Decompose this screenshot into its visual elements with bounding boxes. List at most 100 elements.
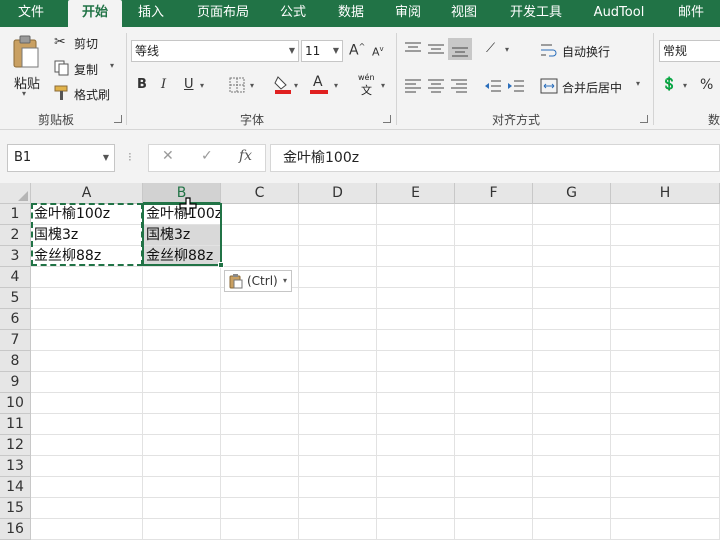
- cell-a13[interactable]: [31, 456, 143, 477]
- cell-c16[interactable]: [221, 519, 299, 540]
- cell-d16[interactable]: [299, 519, 377, 540]
- cell-h13[interactable]: [611, 456, 720, 477]
- alignment-launcher-icon[interactable]: [640, 115, 648, 123]
- align-left-icon[interactable]: [404, 78, 422, 94]
- fill-color-icon[interactable]: [274, 74, 292, 94]
- align-bottom-button[interactable]: [448, 38, 472, 60]
- cell-b16[interactable]: [143, 519, 221, 540]
- cell-d14[interactable]: [299, 477, 377, 498]
- cell-h15[interactable]: [611, 498, 720, 519]
- cell-c6[interactable]: [221, 309, 299, 330]
- cell-h2[interactable]: [611, 225, 720, 246]
- row-header-7[interactable]: 7: [0, 330, 31, 351]
- enter-icon[interactable]: ✓: [201, 148, 213, 164]
- cell-b8[interactable]: [143, 351, 221, 372]
- paste-button[interactable]: 粘贴 ▾: [6, 33, 46, 103]
- cell-b15[interactable]: [143, 498, 221, 519]
- column-header-d[interactable]: D: [299, 183, 377, 204]
- cell-h5[interactable]: [611, 288, 720, 309]
- shrink-font-button[interactable]: Av: [372, 45, 384, 59]
- cell-c15[interactable]: [221, 498, 299, 519]
- cut-button[interactable]: ✂ 剪切: [54, 33, 114, 53]
- copy-button[interactable]: 复制 ▾: [54, 58, 120, 78]
- font-size-select[interactable]: 11 ▼: [301, 40, 343, 62]
- orientation-icon[interactable]: ⟋: [486, 41, 495, 56]
- cell-b13[interactable]: [143, 456, 221, 477]
- cell-f8[interactable]: [455, 351, 533, 372]
- column-header-g[interactable]: G: [533, 183, 611, 204]
- cell-f2[interactable]: [455, 225, 533, 246]
- cell-b10[interactable]: [143, 393, 221, 414]
- cell-d1[interactable]: [299, 204, 377, 225]
- column-header-h[interactable]: H: [611, 183, 720, 204]
- cell-d2[interactable]: [299, 225, 377, 246]
- row-header-5[interactable]: 5: [0, 288, 31, 309]
- italic-button[interactable]: I: [161, 77, 166, 92]
- row-header-12[interactable]: 12: [0, 435, 31, 456]
- cell-e3[interactable]: [377, 246, 455, 267]
- cell-d4[interactable]: [299, 267, 377, 288]
- cell-a6[interactable]: [31, 309, 143, 330]
- cell-a16[interactable]: [31, 519, 143, 540]
- wrap-text-button[interactable]: 自动换行: [540, 40, 620, 60]
- cell-a14[interactable]: [31, 477, 143, 498]
- cell-g2[interactable]: [533, 225, 611, 246]
- formula-input[interactable]: 金叶榆100z: [270, 144, 720, 172]
- font-color-dropdown-icon[interactable]: ▾: [334, 81, 338, 90]
- cell-e8[interactable]: [377, 351, 455, 372]
- increase-indent-icon[interactable]: [507, 78, 525, 94]
- cell-f3[interactable]: [455, 246, 533, 267]
- merge-center-button[interactable]: 合并后居中 ▾: [540, 76, 644, 96]
- cell-a7[interactable]: [31, 330, 143, 351]
- underline-dropdown-icon[interactable]: ▾: [200, 81, 204, 90]
- cell-e13[interactable]: [377, 456, 455, 477]
- row-header-3[interactable]: 3: [0, 246, 31, 267]
- cell-c8[interactable]: [221, 351, 299, 372]
- cell-g12[interactable]: [533, 435, 611, 456]
- row-header-13[interactable]: 13: [0, 456, 31, 477]
- font-color-button[interactable]: A: [310, 74, 330, 96]
- cell-f14[interactable]: [455, 477, 533, 498]
- cell-e4[interactable]: [377, 267, 455, 288]
- number-format-select[interactable]: 常规: [659, 40, 720, 62]
- cell-d3[interactable]: [299, 246, 377, 267]
- tab-developer[interactable]: 开发工具: [501, 0, 571, 27]
- cell-g1[interactable]: [533, 204, 611, 225]
- cell-c11[interactable]: [221, 414, 299, 435]
- cell-d10[interactable]: [299, 393, 377, 414]
- row-header-2[interactable]: 2: [0, 225, 31, 246]
- align-top-icon[interactable]: [404, 41, 422, 57]
- tab-mail[interactable]: 邮件: [670, 0, 712, 27]
- cell-g8[interactable]: [533, 351, 611, 372]
- cell-c10[interactable]: [221, 393, 299, 414]
- cell-h8[interactable]: [611, 351, 720, 372]
- cell-f11[interactable]: [455, 414, 533, 435]
- cell-a15[interactable]: [31, 498, 143, 519]
- phonetic-button[interactable]: wén 文: [357, 73, 379, 97]
- cell-a9[interactable]: [31, 372, 143, 393]
- clipboard-launcher-icon[interactable]: [114, 115, 122, 123]
- tab-view[interactable]: 视图: [443, 0, 485, 27]
- cell-g10[interactable]: [533, 393, 611, 414]
- cell-e5[interactable]: [377, 288, 455, 309]
- row-header-1[interactable]: 1: [0, 204, 31, 225]
- row-header-10[interactable]: 10: [0, 393, 31, 414]
- cell-e15[interactable]: [377, 498, 455, 519]
- row-header-15[interactable]: 15: [0, 498, 31, 519]
- cell-g9[interactable]: [533, 372, 611, 393]
- cell-e2[interactable]: [377, 225, 455, 246]
- cell-c9[interactable]: [221, 372, 299, 393]
- cell-g15[interactable]: [533, 498, 611, 519]
- cell-e16[interactable]: [377, 519, 455, 540]
- cell-g3[interactable]: [533, 246, 611, 267]
- name-box[interactable]: B1 ▼: [7, 144, 115, 172]
- percent-button[interactable]: %: [700, 77, 713, 93]
- cell-a12[interactable]: [31, 435, 143, 456]
- font-launcher-icon[interactable]: [383, 115, 391, 123]
- cell-e11[interactable]: [377, 414, 455, 435]
- currency-icon[interactable]: 💲: [661, 77, 677, 92]
- borders-dropdown-icon[interactable]: ▾: [250, 81, 254, 90]
- cell-d8[interactable]: [299, 351, 377, 372]
- bold-button[interactable]: B: [137, 77, 147, 92]
- column-header-c[interactable]: C: [221, 183, 299, 204]
